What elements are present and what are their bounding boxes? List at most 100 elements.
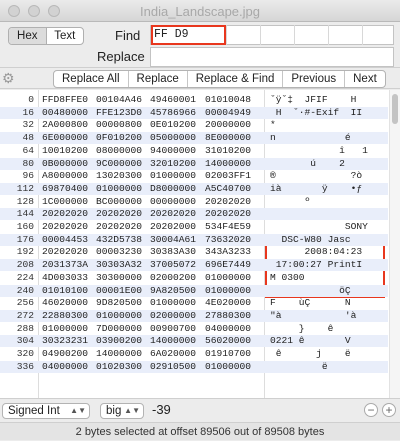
text-cell[interactable]: F ùÇ N bbox=[270, 297, 388, 309]
hex-cell[interactable]: 08000000 bbox=[96, 145, 142, 157]
replace-all-button[interactable]: Replace All bbox=[54, 71, 129, 87]
vertical-scrollbar[interactable] bbox=[389, 90, 400, 398]
hex-cell[interactable]: 7D000000 bbox=[96, 323, 142, 335]
hex-cell[interactable]: 05000000 bbox=[150, 132, 196, 144]
table-row[interactable]: 64 10010200 08000000 94000000 31010200 î 1 bbox=[0, 145, 388, 157]
hex-cell[interactable]: 696E7449 bbox=[205, 259, 251, 271]
hex-cell[interactable]: 20000000 bbox=[205, 119, 251, 131]
table-row[interactable]: 48 6E000000 0F010200 05000000 8E000000 n é bbox=[0, 132, 388, 145]
hex-cell[interactable]: 9A820500 bbox=[150, 285, 196, 297]
hex-cell[interactable]: 00000000 bbox=[150, 196, 196, 208]
hex-cell[interactable]: 30383A30 bbox=[150, 246, 196, 258]
hex-cell[interactable]: 01000000 bbox=[150, 170, 196, 182]
hex-cell[interactable]: 03900200 bbox=[96, 335, 142, 347]
table-row[interactable]: 176 00004453 432D5738 30004A61 73632020 DSC-… bbox=[0, 233, 388, 246]
hex-cell[interactable]: 343A3233 bbox=[205, 246, 251, 258]
hex-cell[interactable]: 00900700 bbox=[150, 323, 196, 335]
hex-cell[interactable]: 00480000 bbox=[42, 107, 88, 119]
text-cell[interactable]: H ˇ·#-Exif II bbox=[270, 107, 388, 119]
hex-cell[interactable]: 27880300 bbox=[205, 310, 251, 322]
hex-cell[interactable]: 20202020 bbox=[42, 208, 88, 220]
hex-cell[interactable]: 20202020 bbox=[150, 208, 196, 220]
hex-cell[interactable]: 20202020 bbox=[205, 208, 251, 220]
text-mode-button[interactable]: Text bbox=[47, 28, 84, 44]
hex-cell[interactable]: 30004A61 bbox=[150, 234, 196, 246]
hex-cell[interactable]: 04000000 bbox=[205, 323, 251, 335]
table-row[interactable]: 240 01010100 00001E00 9A820500 01000000 öÇ bbox=[0, 284, 388, 297]
hex-mode-button[interactable]: Hex bbox=[9, 28, 47, 44]
text-cell[interactable]: * bbox=[270, 119, 388, 131]
text-cell[interactable]: º bbox=[270, 196, 388, 208]
endian-select[interactable]: big ▲▼ bbox=[100, 403, 144, 419]
hex-cell[interactable]: 6A020000 bbox=[150, 348, 196, 360]
text-cell[interactable]: 0221 ê V bbox=[270, 335, 388, 347]
hex-cell[interactable]: 01910700 bbox=[205, 348, 251, 360]
text-cell[interactable]: } ê bbox=[270, 323, 388, 335]
hex-cell[interactable]: 13020300 bbox=[96, 170, 142, 182]
hex-cell[interactable]: 0E010200 bbox=[150, 119, 196, 131]
hex-cell[interactable]: 9C000000 bbox=[96, 158, 142, 170]
table-row[interactable]: 80 0B000000 9C000000 32010200 14000000 ú 2 bbox=[0, 157, 388, 170]
text-cell[interactable]: SONY bbox=[270, 221, 388, 233]
hex-cell[interactable]: 02000200 bbox=[150, 272, 196, 284]
hex-cell[interactable]: 01000000 bbox=[205, 285, 251, 297]
hex-cell[interactable]: 01010100 bbox=[42, 285, 88, 297]
hex-cell[interactable]: 04000000 bbox=[42, 361, 88, 373]
hex-cell[interactable]: 01000000 bbox=[205, 272, 251, 284]
hex-cell[interactable]: 49460001 bbox=[150, 94, 196, 106]
hex-cell[interactable]: 00000800 bbox=[96, 119, 142, 131]
text-cell[interactable]: DSC-W80 Jasc bbox=[270, 234, 388, 246]
hex-text-toggle[interactable]: Hex Text bbox=[8, 27, 84, 45]
hex-cell[interactable]: 46020000 bbox=[42, 297, 88, 309]
table-row[interactable]: 160 20202020 20202020 20202000 534F4E59 SONY bbox=[0, 221, 388, 233]
hex-cell[interactable]: 20202020 bbox=[96, 208, 142, 220]
hex-cell[interactable]: 20202020 bbox=[42, 246, 88, 258]
text-cell[interactable]: ˇÿˇ‡ JFIF H bbox=[270, 94, 388, 106]
hex-cell[interactable]: 04900200 bbox=[42, 348, 88, 360]
hex-cell[interactable]: 00003230 bbox=[96, 246, 142, 258]
hex-cell[interactable]: 94000000 bbox=[150, 145, 196, 157]
hex-cell[interactable]: A8000000 bbox=[42, 170, 88, 182]
text-cell[interactable]: î 1 bbox=[270, 145, 388, 157]
text-cell[interactable]: ë bbox=[270, 361, 388, 373]
hex-cell[interactable]: 02910500 bbox=[150, 361, 196, 373]
hex-cell[interactable]: 01000000 bbox=[96, 183, 142, 195]
hex-cell[interactable]: 30303A32 bbox=[96, 259, 142, 271]
hex-cell[interactable]: 0F010200 bbox=[96, 132, 142, 144]
table-row[interactable]: 0 FFD8FFE0 00104A46 49460001 01010048 ˇÿˇ‡ JF… bbox=[0, 94, 388, 106]
text-cell[interactable]: 17:00:27 PrintI bbox=[270, 259, 388, 271]
hex-cell[interactable]: 00104A46 bbox=[96, 94, 142, 106]
hex-cell[interactable]: 01010048 bbox=[205, 94, 251, 106]
hex-cell[interactable]: 02003FF1 bbox=[205, 170, 251, 182]
hex-cell[interactable]: 00004453 bbox=[42, 234, 88, 246]
table-row[interactable]: 192 20202020 00003230 30383A30 343A3233 2008… bbox=[0, 246, 388, 258]
table-row[interactable]: 96 A8000000 13020300 01000000 02003FF1 ® ?ò bbox=[0, 170, 388, 182]
replace-button[interactable]: Replace bbox=[129, 71, 188, 87]
hex-cell[interactable]: 31010200 bbox=[205, 145, 251, 157]
hex-cell[interactable]: 69870400 bbox=[42, 183, 88, 195]
text-cell[interactable]: ià ÿ •ƒ bbox=[270, 183, 388, 195]
table-row[interactable]: 32 2A000800 00000800 0E010200 20000000 * bbox=[0, 119, 388, 131]
text-cell[interactable]: öÇ bbox=[270, 285, 388, 297]
hex-cell[interactable]: 73632020 bbox=[205, 234, 251, 246]
table-row[interactable]: 128 1C000000 BC000000 00000000 20202020 º bbox=[0, 196, 388, 208]
table-row[interactable]: 304 30323231 03900200 14000000 56020000 0221 … bbox=[0, 335, 388, 348]
text-cell[interactable]: "à 'à bbox=[270, 310, 388, 322]
hex-cell[interactable]: 30323231 bbox=[42, 335, 88, 347]
hex-cell[interactable]: 37005072 bbox=[150, 259, 196, 271]
hex-cell[interactable]: 22880300 bbox=[42, 310, 88, 322]
table-row[interactable]: 224 4D003033 30300000 02000200 01000000 M 030… bbox=[0, 272, 388, 284]
hex-cell[interactable]: 00004949 bbox=[205, 107, 251, 119]
hex-cell[interactable]: 01000000 bbox=[205, 361, 251, 373]
hex-cell[interactable]: 01020300 bbox=[96, 361, 142, 373]
hex-cell[interactable]: 10010200 bbox=[42, 145, 88, 157]
hex-cell[interactable]: 20202020 bbox=[205, 196, 251, 208]
hex-cell[interactable]: 32010200 bbox=[150, 158, 196, 170]
hex-cell[interactable]: 02000000 bbox=[150, 310, 196, 322]
table-row[interactable]: 208 2031373A 30303A32 37005072 696E7449 17:0… bbox=[0, 259, 388, 272]
text-cell[interactable]: 2008:04:23 bbox=[270, 246, 388, 258]
table-row[interactable]: 272 22880300 01000000 02000000 27880300 "à 'à bbox=[0, 309, 388, 322]
hex-cell[interactable]: 20202000 bbox=[150, 221, 196, 233]
replace-input[interactable] bbox=[150, 47, 394, 67]
hex-cell[interactable]: 30300000 bbox=[96, 272, 142, 284]
